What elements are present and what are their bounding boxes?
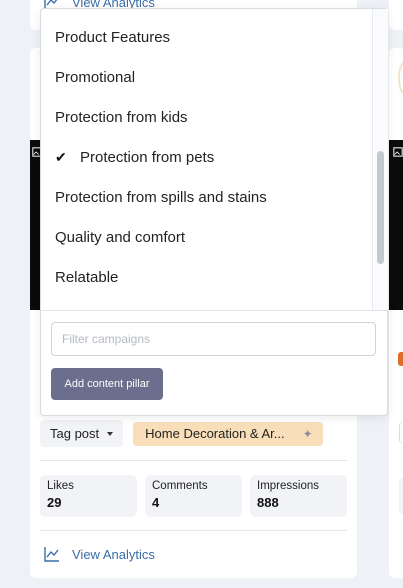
- avatar: [398, 62, 403, 94]
- tag-button-right[interactable]: [399, 422, 403, 444]
- view-analytics-label: View Analytics: [72, 546, 155, 562]
- pillar-option-label: Product Features: [55, 28, 171, 46]
- pillar-option[interactable]: Relatable: [41, 257, 372, 297]
- pillar-option[interactable]: Product Features: [41, 17, 372, 57]
- pillar-options-list[interactable]: Product Features Promotional Protection …: [41, 9, 372, 310]
- pillar-option-selected[interactable]: ✔ Protection from pets: [41, 137, 372, 177]
- view-analytics-link[interactable]: View Analytics: [44, 546, 155, 562]
- line-chart-icon: [44, 547, 59, 562]
- pillar-option[interactable]: Protection from kids: [41, 97, 372, 137]
- scrollbar-thumb[interactable]: [377, 151, 384, 264]
- pillar-option-label: Quality and comfort: [55, 228, 186, 246]
- dropdown-footer: Add content pillar: [41, 310, 387, 415]
- image-icon: [393, 147, 403, 157]
- scrollbar[interactable]: [372, 9, 388, 310]
- post-media-right: [389, 140, 403, 310]
- pillar-option[interactable]: Quality and comfort: [41, 217, 372, 257]
- tag-post-button[interactable]: Tag post: [40, 420, 124, 447]
- divider: [40, 460, 347, 461]
- sparkle-icon: ✦: [302, 426, 313, 441]
- chevron-down-icon: [107, 431, 114, 436]
- pillar-option-label: Protection from kids: [55, 108, 188, 126]
- pillar-option[interactable]: Protection from spills and stains: [41, 177, 372, 217]
- content-pillar-dropdown: Product Features Promotional Protection …: [40, 8, 388, 416]
- stat-impressions: Impressions 888: [250, 475, 347, 517]
- tag-post-label: Tag post: [50, 426, 100, 441]
- tag-row: Tag post Home Decoration & Ar... ✦: [40, 420, 323, 447]
- check-icon: ✔: [55, 148, 67, 165]
- stat-value: 888: [257, 495, 279, 510]
- pillar-option-label: Protection from pets: [80, 148, 215, 166]
- pillar-option-label: Relatable: [55, 268, 119, 286]
- stat-label: Impressions: [257, 480, 319, 492]
- emoji-icon: [398, 352, 403, 366]
- stat-comments: Comments 4: [145, 475, 242, 517]
- add-content-pillar-button[interactable]: Add content pillar: [51, 368, 163, 400]
- stat-likes: Likes 29: [40, 475, 137, 517]
- filter-campaigns-input[interactable]: [51, 322, 376, 356]
- stat-value: 4: [152, 495, 160, 510]
- content-pillar-chip[interactable]: Home Decoration & Ar... ✦: [133, 421, 323, 446]
- stat-right: [399, 476, 403, 516]
- pillar-option-label: Protection from spills and stains: [55, 188, 267, 206]
- content-pillar-label: Home Decoration & Ar...: [145, 426, 285, 441]
- post-card-right-previous: [389, 0, 403, 30]
- pillar-option[interactable]: Promotional: [41, 57, 372, 97]
- stat-label: Likes: [47, 480, 74, 492]
- stat-value: 29: [47, 495, 62, 510]
- stats-row: Likes 29 Comments 4 Impressions 888: [40, 475, 347, 517]
- pillar-option-label: Promotional: [55, 68, 136, 86]
- stat-label: Comments: [152, 480, 208, 492]
- divider: [40, 530, 347, 531]
